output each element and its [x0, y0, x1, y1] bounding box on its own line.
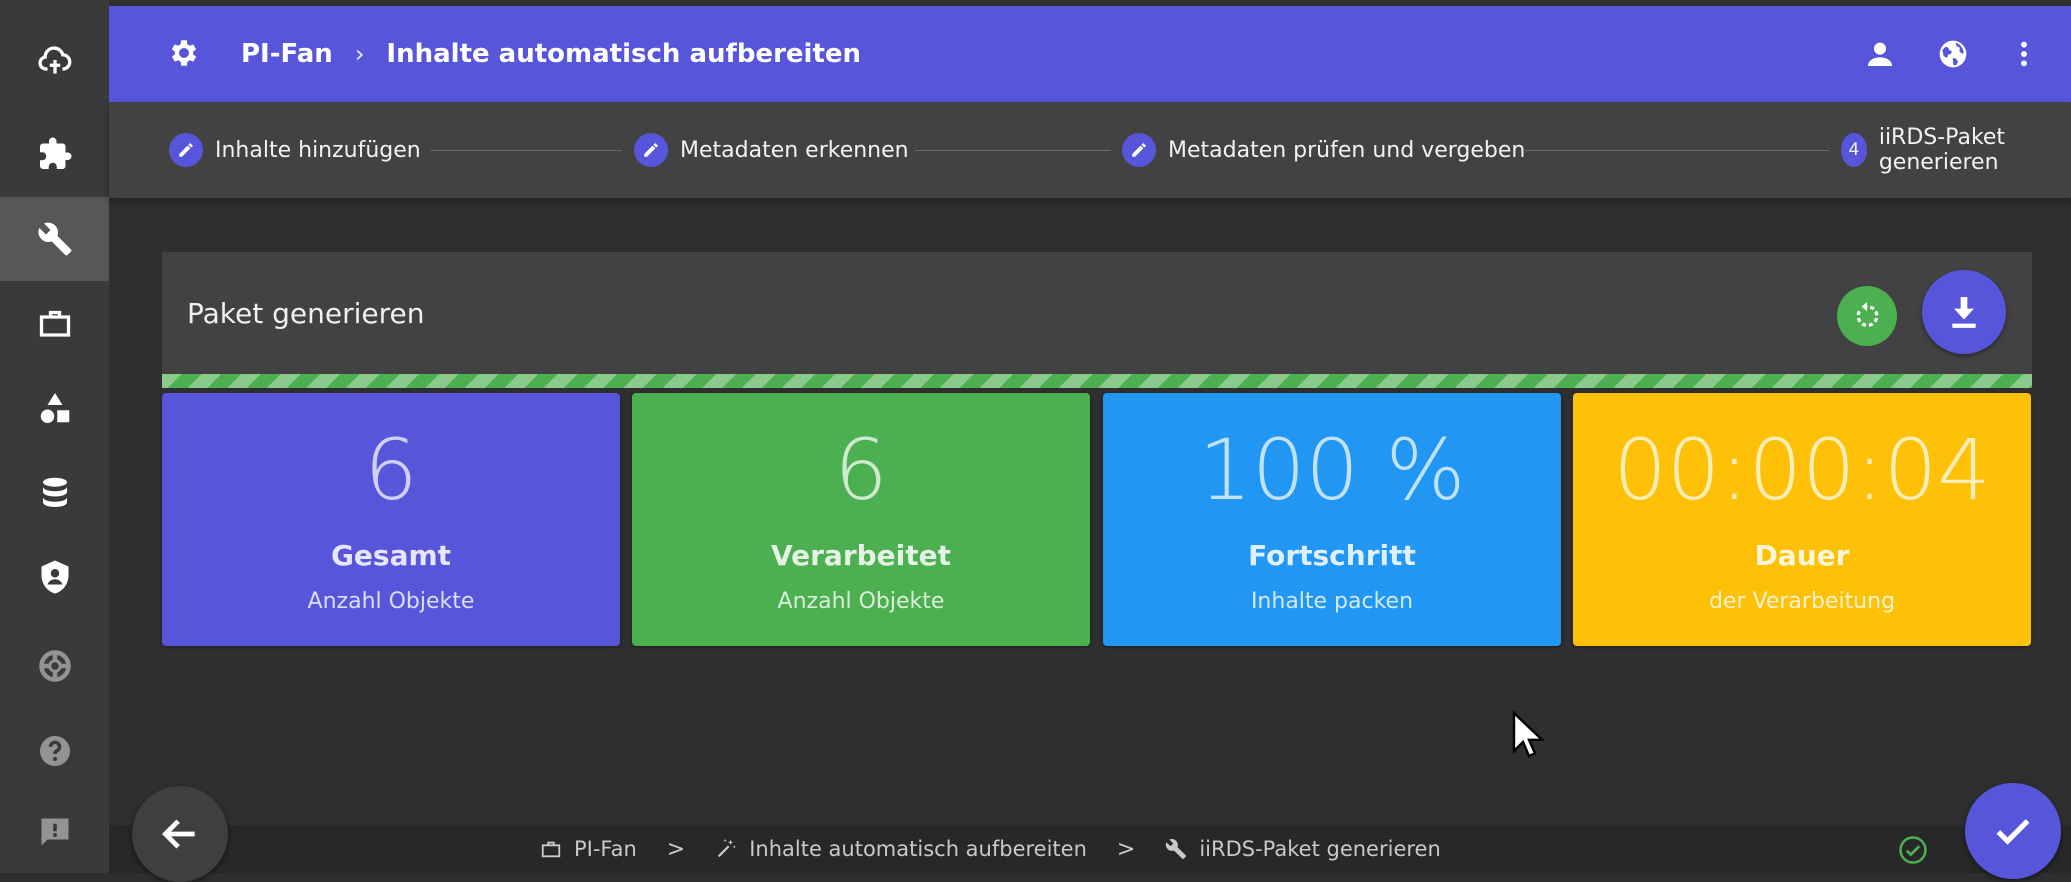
tile-sublabel: Anzahl Objekte — [307, 589, 475, 614]
header-project[interactable]: PI-Fan — [241, 39, 333, 69]
shapes-icon — [40, 393, 69, 423]
pencil-icon — [1132, 143, 1146, 157]
progress-bar — [162, 374, 2032, 388]
step-label: Metadaten erkennen — [680, 137, 909, 163]
sidebar-item-tools[interactable] — [0, 197, 109, 281]
more-vertical-icon[interactable] — [2008, 38, 2040, 70]
package-card-header: Paket generieren — [162, 252, 2032, 374]
pencil-icon — [644, 143, 658, 157]
sidebar-item-support[interactable] — [0, 624, 109, 708]
magic-wand-icon — [718, 838, 737, 858]
tile-label: Gesamt — [330, 539, 452, 572]
step-connector — [915, 150, 1111, 151]
tile-value: 100 % — [1198, 421, 1466, 519]
step-edit-badge — [169, 133, 203, 167]
sidebar-item-feedback[interactable] — [0, 790, 109, 874]
sidebar-item-security[interactable] — [0, 535, 109, 619]
sidebar-item-cloud-upload[interactable] — [0, 18, 109, 102]
tile-label: Verarbeitet — [770, 539, 952, 572]
mouse-cursor-icon — [1512, 711, 1544, 758]
user-icon[interactable] — [1864, 38, 1896, 70]
step-label: Inhalte hinzufügen — [215, 137, 421, 163]
tile-sublabel: Inhalte packen — [1250, 589, 1414, 614]
refresh-button[interactable] — [1837, 286, 1897, 346]
tile-verarbeitet: 6 Verarbeitet Anzahl Objekte — [632, 393, 1090, 646]
footer-breadcrumb: PI-Fan > Inhalte automatisch aufbereiten… — [540, 825, 1441, 873]
step-label: Metadaten prüfen und vergeben — [1168, 137, 1526, 163]
step-connector — [430, 150, 622, 151]
download-icon — [1952, 297, 1976, 328]
tile-value: 6 — [834, 421, 888, 519]
help-icon — [39, 736, 70, 766]
step-edit-badge — [1122, 133, 1156, 167]
tile-label: Fortschritt — [1248, 539, 1416, 572]
sidebar-item-projects[interactable] — [0, 281, 109, 365]
footer-separator: > — [666, 836, 686, 862]
footer-separator: > — [1116, 836, 1136, 862]
footer-crumb-project[interactable]: PI-Fan — [574, 837, 637, 861]
arrow-left-icon — [161, 819, 195, 849]
app-header: PI-Fan › Inhalte automatisch aufbereiten — [109, 6, 2071, 102]
sidebar-item-shapes[interactable] — [0, 366, 109, 450]
step-inhalte-hinzufuegen[interactable]: Inhalte hinzufügen — [169, 102, 421, 198]
tile-fortschritt: 100 % Fortschritt Inhalte packen — [1103, 393, 1561, 646]
tile-dauer: 00:00:04 Dauer der Verarbeitung — [1573, 393, 2031, 646]
database-icon — [42, 477, 67, 507]
lifebuoy-icon — [38, 650, 71, 682]
step-connector — [1525, 150, 1829, 151]
tile-sublabel: Anzahl Objekte — [777, 589, 945, 614]
globe-icon[interactable] — [1937, 38, 1969, 70]
gear-icon[interactable] — [167, 36, 201, 70]
footer-crumb-workflow[interactable]: Inhalte automatisch aufbereiten — [749, 837, 1087, 861]
step-label: iiRDS-Paket generieren — [1878, 125, 2006, 175]
step-metadaten-erkennen[interactable]: Metadaten erkennen — [634, 102, 909, 198]
tile-value: 00:00:04 — [1613, 421, 1991, 519]
sidebar-item-database[interactable] — [0, 450, 109, 534]
feedback-icon — [41, 818, 68, 846]
tile-value: 6 — [364, 421, 418, 519]
page-title: Inhalte automatisch aufbereiten — [386, 39, 862, 69]
finish-button[interactable] — [1965, 783, 2061, 879]
sidebar — [0, 0, 109, 873]
status-ok-icon — [1899, 836, 1927, 864]
step-metadaten-pruefen[interactable]: Metadaten prüfen und vergeben — [1122, 102, 1525, 198]
download-button[interactable] — [1922, 270, 2006, 354]
pencil-icon — [179, 143, 193, 157]
puzzle-icon — [39, 137, 71, 169]
briefcase-icon — [541, 841, 561, 858]
step-edit-badge — [634, 133, 668, 167]
footer-bar: PI-Fan > Inhalte automatisch aufbereiten… — [109, 825, 2071, 873]
card-title: Paket generieren — [187, 296, 425, 330]
refresh-icon — [1856, 302, 1879, 327]
tile-label: Dauer — [1754, 539, 1850, 572]
header-breadcrumb: PI-Fan › Inhalte automatisch aufbereiten — [241, 6, 861, 102]
tile-gesamt: 6 Gesamt Anzahl Objekte — [162, 393, 620, 646]
step-iirds-paket-generieren[interactable]: 4 iiRDS-Paket generieren — [1841, 102, 2071, 198]
back-button[interactable] — [132, 786, 228, 882]
stepper: Inhalte hinzufügen Metadaten erkennen Me… — [109, 102, 2071, 198]
wrench-icon — [1166, 839, 1187, 860]
shield-user-icon — [41, 560, 68, 594]
sidebar-item-plugins[interactable] — [0, 112, 109, 196]
check-icon — [1996, 819, 2030, 845]
cloud-upload-icon — [37, 46, 71, 74]
tile-sublabel: der Verarbeitung — [1708, 589, 1896, 614]
header-separator: › — [354, 40, 365, 68]
wrench-icon — [37, 222, 71, 256]
step-number-badge: 4 — [1841, 133, 1867, 167]
sidebar-item-help[interactable] — [0, 709, 109, 793]
briefcase-icon — [39, 310, 70, 337]
footer-crumb-step: iiRDS-Paket generieren — [1199, 837, 1441, 861]
